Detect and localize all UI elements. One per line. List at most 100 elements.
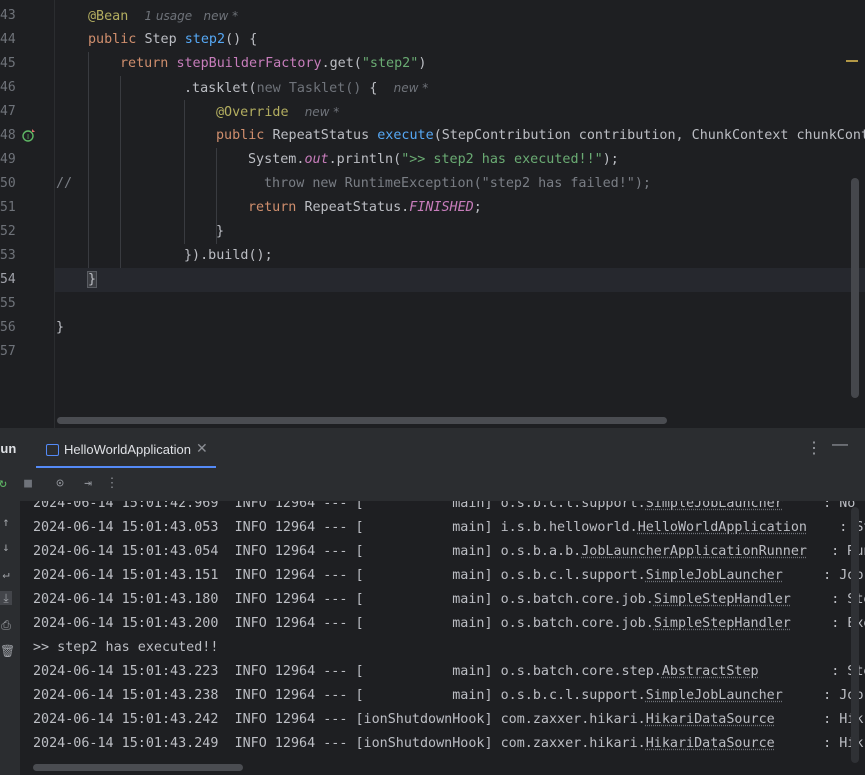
- log-timestamp: 2024-06-14 15:01:43.223: [33, 664, 219, 679]
- log-padding: [775, 736, 823, 751]
- tab-hello-world-application[interactable]: HelloWorldApplication ✕: [36, 437, 216, 468]
- log-level: INFO: [234, 501, 267, 511]
- code-text: .tasklet(: [184, 81, 257, 96]
- log-level: INFO: [234, 688, 267, 703]
- code-text: ;: [473, 200, 482, 215]
- log-logger-class-link[interactable]: SimpleStepHandler: [654, 592, 791, 607]
- editor-horizontal-scrollbar[interactable]: [57, 417, 667, 424]
- log-separator: ---: [323, 616, 348, 631]
- arrow-down-icon[interactable]: ↓: [0, 540, 12, 554]
- log-pid: 12964: [274, 736, 316, 751]
- enum-constant: FINISHED: [409, 200, 474, 215]
- editor-vertical-scrollbar[interactable]: [851, 178, 859, 398]
- rerun-icon[interactable]: ↻: [0, 477, 10, 491]
- run-panel-header: Run HelloWorldApplication ✕ ⋮ —: [0, 429, 865, 469]
- line-number-gutter[interactable]: 43 44 45 46 47 48 49 50 51 52 53 54 55 5…: [0, 0, 55, 428]
- log-logger-package: com.zaxxer.hikari.: [500, 736, 646, 751]
- trash-icon[interactable]: 🗑: [0, 644, 15, 658]
- usage-hint[interactable]: 1 usage new *: [144, 9, 238, 23]
- camera-icon[interactable]: ⊙: [53, 477, 67, 491]
- log-logger-package: com.zaxxer.hikari.: [500, 712, 646, 727]
- svg-text:I: I: [27, 133, 29, 141]
- line-number: 43: [0, 8, 16, 23]
- code-line-54: }: [86, 268, 98, 292]
- scroll-to-end-icon[interactable]: ⤓: [0, 591, 12, 605]
- more-options-icon[interactable]: ⋮: [105, 477, 119, 491]
- line-number: 45: [0, 56, 16, 71]
- line-number-current: 54: [0, 272, 16, 287]
- log-logger-class-link[interactable]: SimpleJobLauncher: [646, 501, 783, 511]
- log-logger-class-link[interactable]: SimpleJobLauncher: [646, 688, 783, 703]
- annotation-override: @Override: [216, 105, 289, 120]
- log-pid: 12964: [274, 568, 316, 583]
- log-separator: ---: [323, 664, 348, 679]
- print-icon[interactable]: ⎙: [0, 618, 12, 632]
- console-log-line: 2024-06-14 15:01:43.053 INFO 12964 --- […: [33, 516, 865, 540]
- console-vertical-scrollbar[interactable]: [851, 507, 859, 763]
- log-logger-class-link[interactable]: JobLauncherApplicationRunner: [581, 544, 807, 559]
- log-logger-class-link[interactable]: HelloWorldApplication: [638, 520, 807, 535]
- keyword: new: [256, 81, 281, 96]
- run-toolbar: ↻ ■ ⊙ ⇥ ⋮: [0, 469, 865, 502]
- log-logger-package: o.s.b.c.l.support.: [500, 568, 646, 583]
- console-horizontal-scrollbar[interactable]: [33, 764, 243, 771]
- code-line-45: return stepBuilderFactory.get("step2"): [120, 52, 426, 76]
- log-logger-package: o.s.batch.core.step.: [500, 664, 662, 679]
- log-pid: 12964: [274, 501, 316, 511]
- soft-wrap-icon[interactable]: ↵: [0, 567, 12, 581]
- log-level: INFO: [234, 664, 267, 679]
- console-side-toolbar: ↑ ↓ ↵ ⤓ ⎙ 🗑: [0, 501, 20, 775]
- indent-guide: [88, 52, 89, 268]
- log-logger-class-link[interactable]: HikariDataSource: [646, 712, 775, 727]
- console-log-line: 2024-06-14 15:01:43.151 INFO 12964 --- […: [33, 564, 863, 588]
- console-output[interactable]: 2024-06-14 15:01:42.969 INFO 12964 --- […: [20, 501, 865, 765]
- line-number: 47: [0, 104, 16, 119]
- log-logger-class-link[interactable]: HikariDataSource: [646, 736, 775, 751]
- code-line-47: @Override new *: [216, 100, 339, 124]
- implements-method-gutter-icon[interactable]: I: [22, 128, 36, 142]
- author-hint[interactable]: new *: [394, 81, 429, 95]
- log-thread: [ionShutdownHook]: [355, 712, 493, 727]
- log-pid: 12964: [274, 688, 316, 703]
- text-caret: [96, 271, 98, 287]
- log-logger-class-link[interactable]: AbstractStep: [662, 664, 759, 679]
- active-tab-indicator: [36, 466, 216, 468]
- log-timestamp: 2024-06-14 15:01:43.249: [33, 736, 219, 751]
- log-timestamp: 2024-06-14 15:01:43.180: [33, 592, 219, 607]
- log-padding: [783, 501, 823, 511]
- more-options-icon[interactable]: ⋮: [806, 438, 822, 458]
- log-timestamp: 2024-06-14 15:01:43.242: [33, 712, 219, 727]
- minimize-icon[interactable]: —: [832, 436, 848, 454]
- log-logger-class-link[interactable]: SimpleJobLauncher: [646, 568, 783, 583]
- code-line-52: }: [216, 224, 225, 239]
- log-logger-class-link[interactable]: SimpleStepHandler: [654, 616, 791, 631]
- warning-marker[interactable]: [846, 60, 858, 62]
- log-thread: [ main]: [355, 501, 493, 511]
- code-line-44: public Step step2() {: [88, 28, 257, 52]
- log-padding: [759, 664, 832, 679]
- line-number: 46: [0, 80, 16, 95]
- log-thread: [ main]: [355, 616, 493, 631]
- close-icon[interactable]: ✕: [196, 440, 208, 457]
- log-message: : Exe: [831, 616, 865, 631]
- application-icon: [46, 444, 59, 456]
- code-editor[interactable]: 43 44 45 46 47 48 49 50 51 52 53 54 55 5…: [0, 0, 865, 428]
- log-thread: [ main]: [355, 592, 493, 607]
- author-hint[interactable]: new *: [305, 105, 340, 119]
- log-thread: [ main]: [355, 520, 493, 535]
- run-tool-window: Run HelloWorldApplication ✕ ⋮ — ↻ ■ ⊙ ⇥ …: [0, 428, 865, 775]
- line-number: 56: [0, 320, 16, 335]
- code-text: ): [418, 56, 427, 71]
- log-pid: 12964: [274, 712, 316, 727]
- code-text: .println(: [328, 152, 402, 167]
- console-stdout-line: >> step2 has executed!!: [33, 636, 218, 660]
- log-separator: ---: [323, 568, 348, 583]
- console-log-line: 2024-06-14 15:01:43.200 INFO 12964 --- […: [33, 612, 865, 636]
- stop-icon[interactable]: ■: [21, 477, 35, 491]
- log-thread: [ main]: [355, 568, 493, 583]
- arrow-up-icon[interactable]: ↑: [0, 515, 12, 529]
- current-line-highlight: [55, 268, 865, 292]
- console-log-line: 2024-06-14 15:01:43.054 INFO 12964 --- […: [33, 540, 865, 564]
- exit-icon[interactable]: ⇥: [81, 477, 95, 491]
- code-text: .get(: [321, 56, 362, 71]
